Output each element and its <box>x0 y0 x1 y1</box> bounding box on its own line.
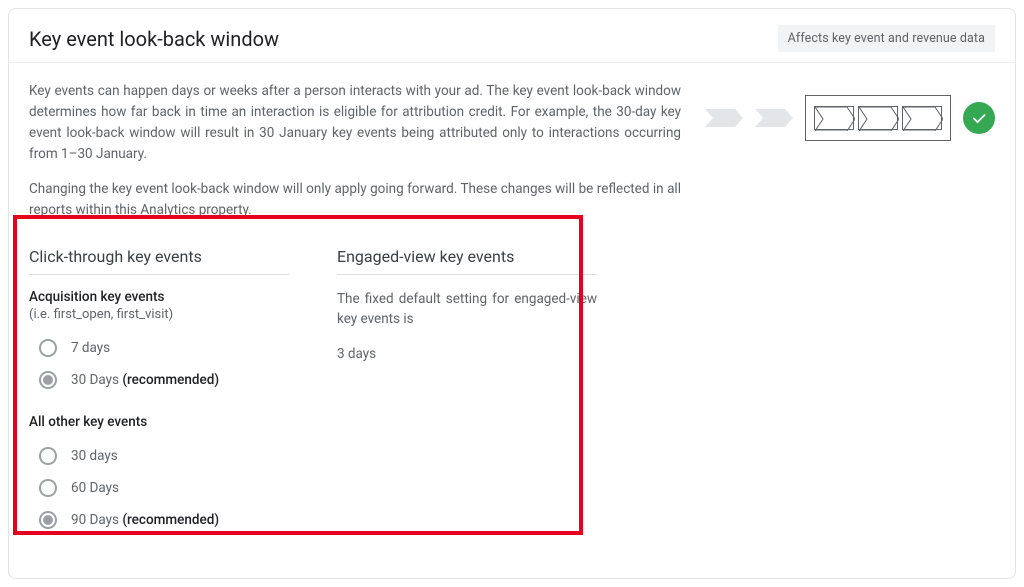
radio-option-other-90-days[interactable]: 90 Days (recommended) <box>29 504 289 536</box>
option-label: 30 Days (recommended) <box>71 372 219 388</box>
radio-option-other-30-days[interactable]: 30 days <box>29 440 289 472</box>
description-text: Key events can happen days or weeks afte… <box>29 81 681 235</box>
chevron-segment-icon <box>902 106 942 130</box>
other-events-options: 30 days 60 Days 90 Days (recommended) <box>29 440 289 536</box>
radio-icon <box>39 511 57 529</box>
acquisition-heading: Acquisition key events <box>29 289 289 305</box>
radio-option-acq-30-days[interactable]: 30 Days (recommended) <box>29 364 289 396</box>
lookback-card: Key event look-back window Affects key e… <box>8 8 1016 579</box>
option-label: 7 days <box>71 340 110 356</box>
description-paragraph-2: Changing the key event look-back window … <box>29 179 681 221</box>
check-icon <box>970 109 988 127</box>
chevron-segment-icon <box>858 106 898 130</box>
option-label: 60 Days <box>71 480 119 496</box>
radio-icon <box>39 339 57 357</box>
engaged-view-description: The fixed default setting for engaged-vi… <box>337 289 597 331</box>
radio-icon <box>39 479 57 497</box>
radio-option-other-60-days[interactable]: 60 Days <box>29 472 289 504</box>
description-paragraph-1: Key events can happen days or weeks afte… <box>29 81 681 165</box>
card-title: Key event look-back window <box>29 27 279 51</box>
radio-icon <box>39 371 57 389</box>
chevron-step-icon <box>705 109 743 127</box>
other-events-heading: All other key events <box>29 414 289 430</box>
acquisition-options: 7 days 30 Days (recommended) <box>29 332 289 396</box>
description-row: Key events can happen days or weeks afte… <box>29 81 995 235</box>
card-body: Key events can happen days or weeks afte… <box>9 63 1015 578</box>
engaged-view-title: Engaged-view key events <box>337 247 597 275</box>
radio-icon <box>39 447 57 465</box>
lookback-illustration <box>705 81 995 141</box>
option-label: 90 Days (recommended) <box>71 512 219 528</box>
window-box <box>805 95 951 141</box>
chevron-step-icon <box>755 109 793 127</box>
radio-option-acq-7-days[interactable]: 7 days <box>29 332 289 364</box>
settings-columns: Click-through key events Acquisition key… <box>29 247 995 554</box>
card-header: Key event look-back window Affects key e… <box>9 9 1015 63</box>
click-through-title: Click-through key events <box>29 247 289 275</box>
engaged-view-value: 3 days <box>337 346 597 362</box>
acquisition-subheading: (i.e. first_open, first_visit) <box>29 307 289 322</box>
option-label: 30 days <box>71 448 118 464</box>
chevron-segment-icon <box>814 106 854 130</box>
click-through-column: Click-through key events Acquisition key… <box>29 247 289 554</box>
success-circle <box>963 102 995 134</box>
engaged-view-column: Engaged-view key events The fixed defaul… <box>337 247 597 554</box>
affects-data-badge: Affects key event and revenue data <box>778 25 995 52</box>
